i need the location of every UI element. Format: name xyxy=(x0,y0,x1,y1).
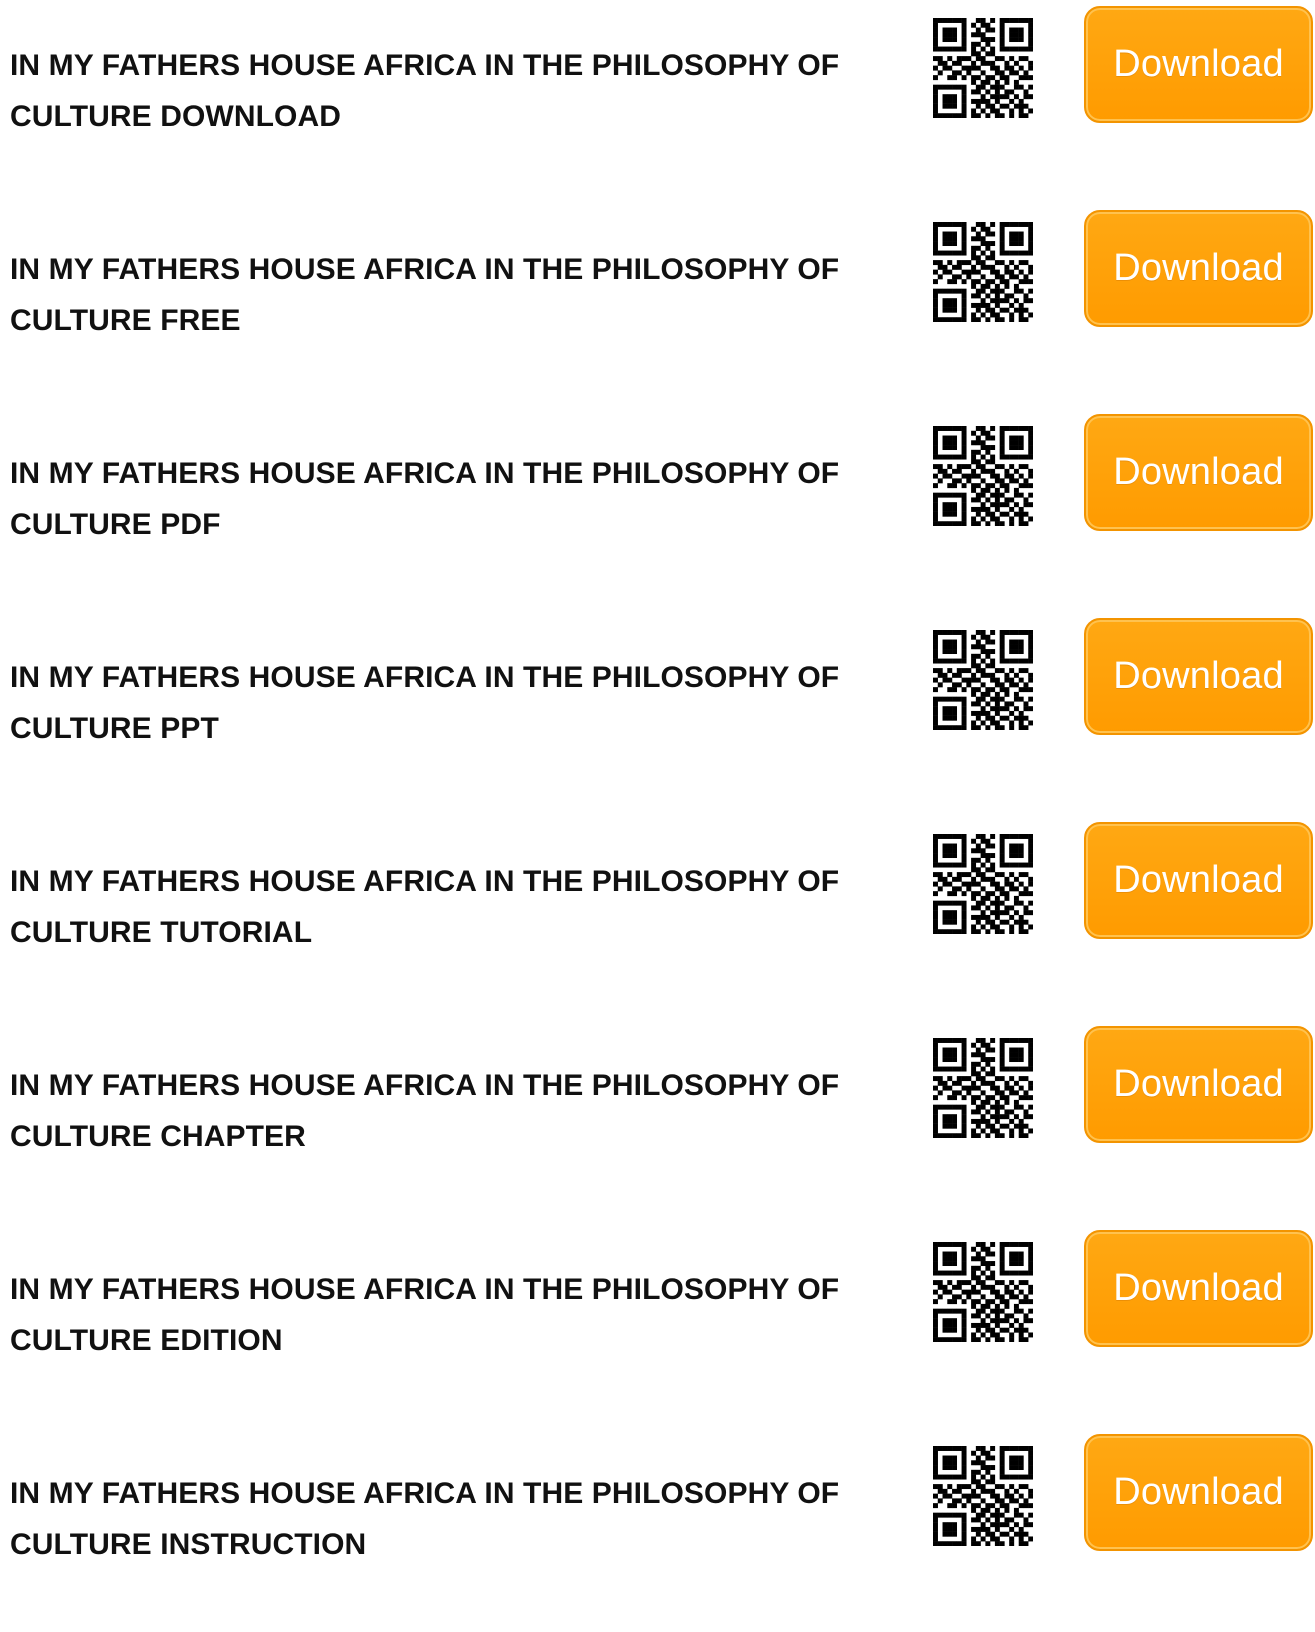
download-button[interactable]: Download xyxy=(1084,414,1313,531)
list-item: IN MY FATHERS HOUSE AFRICA IN THE PHILOS… xyxy=(0,408,1315,612)
download-button[interactable]: Download xyxy=(1084,1434,1313,1551)
item-title: IN MY FATHERS HOUSE AFRICA IN THE PHILOS… xyxy=(10,457,840,541)
download-button[interactable]: Download xyxy=(1084,6,1313,123)
list-item: IN MY FATHERS HOUSE AFRICA IN THE PHILOS… xyxy=(0,612,1315,816)
item-title: IN MY FATHERS HOUSE AFRICA IN THE PHILOS… xyxy=(10,1069,840,1153)
item-title: IN MY FATHERS HOUSE AFRICA IN THE PHILOS… xyxy=(10,253,840,337)
download-button[interactable]: Download xyxy=(1084,618,1313,735)
list-item: IN MY FATHERS HOUSE AFRICA IN THE PHILOS… xyxy=(0,816,1315,1020)
download-button[interactable]: Download xyxy=(1084,822,1313,939)
item-title: IN MY FATHERS HOUSE AFRICA IN THE PHILOS… xyxy=(10,1477,840,1561)
qr-code-icon xyxy=(933,1446,1033,1546)
download-button[interactable]: Download xyxy=(1084,1230,1313,1347)
qr-code-icon xyxy=(933,1038,1033,1138)
qr-code-icon xyxy=(933,222,1033,322)
download-button[interactable]: Download xyxy=(1084,210,1313,327)
qr-code-icon xyxy=(933,834,1033,934)
qr-code-icon xyxy=(933,1242,1033,1342)
item-title: IN MY FATHERS HOUSE AFRICA IN THE PHILOS… xyxy=(10,865,840,949)
list-item: IN MY FATHERS HOUSE AFRICA IN THE PHILOS… xyxy=(0,204,1315,408)
qr-code-icon xyxy=(933,630,1033,730)
item-title: IN MY FATHERS HOUSE AFRICA IN THE PHILOS… xyxy=(10,1273,840,1357)
list-item: IN MY FATHERS HOUSE AFRICA IN THE PHILOS… xyxy=(0,1020,1315,1224)
item-title: IN MY FATHERS HOUSE AFRICA IN THE PHILOS… xyxy=(10,49,840,133)
item-title: IN MY FATHERS HOUSE AFRICA IN THE PHILOS… xyxy=(10,661,840,745)
list-item: IN MY FATHERS HOUSE AFRICA IN THE PHILOS… xyxy=(0,1224,1315,1428)
download-list: IN MY FATHERS HOUSE AFRICA IN THE PHILOS… xyxy=(0,0,1315,1632)
list-item: IN MY FATHERS HOUSE AFRICA IN THE PHILOS… xyxy=(0,0,1315,204)
list-item: IN MY FATHERS HOUSE AFRICA IN THE PHILOS… xyxy=(0,1428,1315,1632)
qr-code-icon xyxy=(933,18,1033,118)
qr-code-icon xyxy=(933,426,1033,526)
download-button[interactable]: Download xyxy=(1084,1026,1313,1143)
